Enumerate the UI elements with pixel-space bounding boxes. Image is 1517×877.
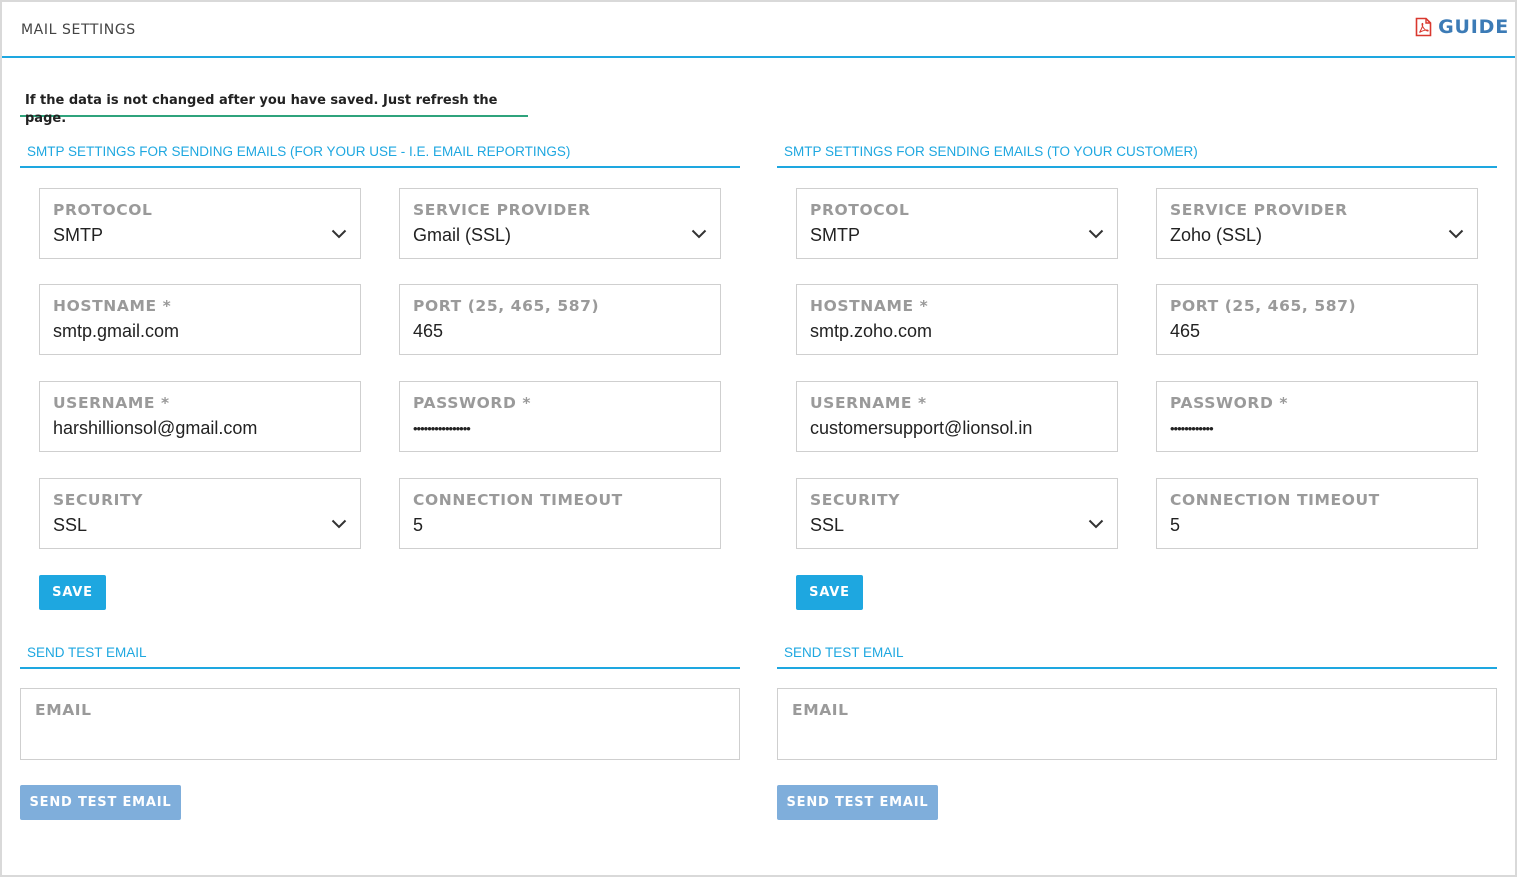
field-value: SSL (53, 515, 88, 535)
chevron-down-icon (691, 229, 707, 239)
send-test-email-button[interactable]: SEND TEST EMAIL (20, 785, 181, 820)
field-label: SECURITY (810, 491, 901, 509)
field-value: 465 (1170, 321, 1201, 341)
username-field[interactable]: USERNAME * harshillionsol@gmail.com (39, 381, 361, 452)
smtp-panel-internal: SMTP SETTINGS FOR SENDING EMAILS (FOR YO… (20, 0, 740, 877)
connection-timeout-field[interactable]: CONNECTION TIMEOUT 5 (399, 478, 721, 549)
test-email-input[interactable] (792, 725, 1482, 746)
field-label: USERNAME * (810, 394, 927, 412)
test-email-section-title: SEND TEST EMAIL (20, 644, 740, 669)
port-field[interactable]: PORT (25, 465, 587) 465 (399, 284, 721, 355)
chevron-down-icon (331, 519, 347, 529)
save-button[interactable]: SAVE (796, 575, 863, 610)
field-label: PORT (25, 465, 587) (413, 297, 600, 315)
field-label: EMAIL (35, 701, 92, 719)
connection-timeout-field[interactable]: CONNECTION TIMEOUT 5 (1156, 478, 1478, 549)
chevron-down-icon (1448, 229, 1464, 239)
test-email-field[interactable]: EMAIL (777, 688, 1497, 760)
field-value: smtp.gmail.com (53, 321, 180, 341)
field-label: PROTOCOL (810, 201, 910, 219)
field-value: •••••••••••• (1170, 421, 1214, 436)
test-email-section-title: SEND TEST EMAIL (777, 644, 1497, 669)
field-label: PORT (25, 465, 587) (1170, 297, 1357, 315)
test-email-field[interactable]: EMAIL (20, 688, 740, 760)
field-value: 5 (1170, 515, 1181, 535)
save-button[interactable]: SAVE (39, 575, 106, 610)
field-value: customersupport@lionsol.in (810, 418, 1033, 438)
protocol-select[interactable]: PROTOCOL SMTP (39, 188, 361, 259)
port-field[interactable]: PORT (25, 465, 587) 465 (1156, 284, 1478, 355)
field-label: SERVICE PROVIDER (1170, 201, 1348, 219)
chevron-down-icon (1088, 229, 1104, 239)
service-provider-select[interactable]: SERVICE PROVIDER Zoho (SSL) (1156, 188, 1478, 259)
field-value: Zoho (SSL) (1170, 225, 1263, 245)
field-label: PASSWORD * (413, 394, 532, 412)
section-title: SMTP SETTINGS FOR SENDING EMAILS (TO YOU… (777, 143, 1497, 168)
smtp-panel-customer: SMTP SETTINGS FOR SENDING EMAILS (TO YOU… (777, 0, 1497, 877)
field-label: PASSWORD * (1170, 394, 1289, 412)
field-label: USERNAME * (53, 394, 170, 412)
field-value: smtp.zoho.com (810, 321, 933, 341)
security-select[interactable]: SECURITY SSL (39, 478, 361, 549)
field-value: SSL (810, 515, 845, 535)
field-label: CONNECTION TIMEOUT (1170, 491, 1380, 509)
field-value: •••••••••••••••• (413, 421, 471, 436)
field-value: harshillionsol@gmail.com (53, 418, 258, 438)
field-label: PROTOCOL (53, 201, 153, 219)
service-provider-select[interactable]: SERVICE PROVIDER Gmail (SSL) (399, 188, 721, 259)
password-field[interactable]: PASSWORD * •••••••••••• (1156, 381, 1478, 452)
send-test-email-button[interactable]: SEND TEST EMAIL (777, 785, 938, 820)
field-value: SMTP (810, 225, 861, 245)
field-value: SMTP (53, 225, 104, 245)
field-value: 465 (413, 321, 444, 341)
security-select[interactable]: SECURITY SSL (796, 478, 1118, 549)
field-value: 5 (413, 515, 424, 535)
chevron-down-icon (331, 229, 347, 239)
hostname-field[interactable]: HOSTNAME * smtp.zoho.com (796, 284, 1118, 355)
protocol-select[interactable]: PROTOCOL SMTP (796, 188, 1118, 259)
section-title: SMTP SETTINGS FOR SENDING EMAILS (FOR YO… (20, 143, 740, 168)
field-label: SERVICE PROVIDER (413, 201, 591, 219)
chevron-down-icon (1088, 519, 1104, 529)
hostname-field[interactable]: HOSTNAME * smtp.gmail.com (39, 284, 361, 355)
field-label: SECURITY (53, 491, 144, 509)
test-email-input[interactable] (35, 725, 725, 746)
field-label: EMAIL (792, 701, 849, 719)
password-field[interactable]: PASSWORD * •••••••••••••••• (399, 381, 721, 452)
field-value: Gmail (SSL) (413, 225, 512, 245)
field-label: HOSTNAME * (53, 297, 172, 315)
field-label: CONNECTION TIMEOUT (413, 491, 623, 509)
field-label: HOSTNAME * (810, 297, 929, 315)
username-field[interactable]: USERNAME * customersupport@lionsol.in (796, 381, 1118, 452)
